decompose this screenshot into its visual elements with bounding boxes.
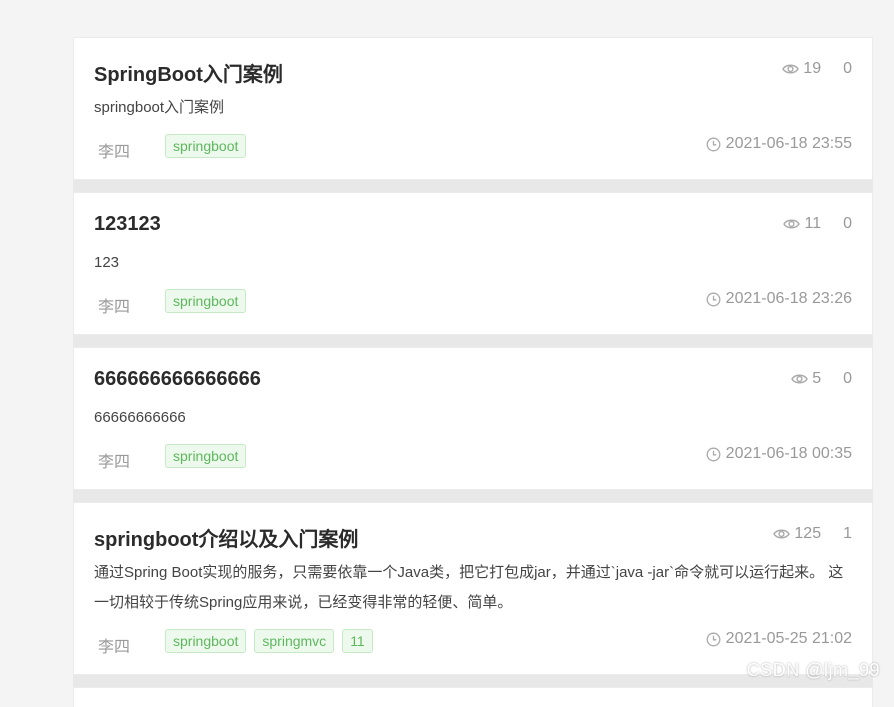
- post-stats: 5 0: [791, 370, 852, 388]
- post-date-text: 2021-06-18 23:26: [725, 290, 852, 307]
- post-author[interactable]: 李四: [98, 138, 130, 162]
- view-count: 5: [812, 370, 822, 387]
- post-stats: 19 0: [782, 60, 852, 78]
- view-count: 11: [804, 215, 822, 232]
- comment-count: 0: [843, 215, 852, 232]
- post-stats: 11 0: [783, 215, 852, 233]
- post-tags: springboot: [165, 134, 247, 158]
- post-card[interactable]: 123123 11 0 123 李四 springboot 2021-06-18…: [73, 192, 873, 335]
- tag[interactable]: springboot: [165, 444, 247, 468]
- post-date-text: 2021-06-18 00:35: [725, 445, 852, 462]
- eye-icon: [783, 218, 801, 230]
- tag[interactable]: springmvc: [254, 629, 335, 653]
- comment-count: 1: [843, 525, 852, 542]
- post-summary: 通过Spring Boot实现的服务，只需要依靠一个Java类，把它打包成jar…: [94, 564, 844, 611]
- tag[interactable]: 11: [342, 629, 373, 653]
- post-card[interactable]: SpringBoot入门案例 19 0 springboot入门案例 李四 sp…: [73, 37, 873, 180]
- eye-icon: [782, 63, 800, 75]
- post-title[interactable]: 123123: [94, 213, 161, 236]
- post-tags: springboot: [165, 289, 247, 313]
- post-card[interactable]: [73, 687, 873, 707]
- post-author[interactable]: 李四: [98, 293, 130, 317]
- clock-icon: [706, 137, 721, 152]
- post-list: SpringBoot入门案例 19 0 springboot入门案例 李四 sp…: [73, 37, 873, 707]
- view-count: 125: [794, 525, 822, 542]
- post-title[interactable]: SpringBoot入门案例: [94, 58, 283, 87]
- post-date: 2021-06-18 23:26: [706, 290, 852, 308]
- post-date: 2021-05-25 21:02: [706, 630, 852, 648]
- post-tags: springboot springmvc 11: [165, 629, 373, 653]
- post-date: 2021-06-18 23:55: [706, 135, 852, 153]
- post-summary: 66666666666: [94, 409, 186, 426]
- post-summary: 123: [94, 254, 120, 271]
- tag[interactable]: springboot: [165, 289, 247, 313]
- post-date: 2021-06-18 00:35: [706, 445, 852, 463]
- post-card[interactable]: 666666666666666 5 0 66666666666 李四 sprin…: [73, 347, 873, 490]
- view-count: 19: [803, 60, 822, 77]
- post-date-text: 2021-06-18 23:55: [725, 135, 852, 152]
- clock-icon: [706, 292, 721, 307]
- post-author[interactable]: 李四: [98, 448, 130, 472]
- post-author[interactable]: 李四: [98, 633, 130, 657]
- clock-icon: [706, 632, 721, 647]
- post-title[interactable]: 666666666666666: [94, 368, 261, 391]
- watermark: CSDN @ljm_99: [746, 660, 880, 680]
- post-summary: springboot入门案例: [94, 99, 225, 116]
- comment-count: 0: [843, 60, 852, 77]
- clock-icon: [706, 447, 721, 462]
- comment-count: 0: [843, 370, 852, 387]
- post-tags: springboot: [165, 444, 247, 468]
- post-title[interactable]: springboot介绍以及入门案例: [94, 523, 358, 552]
- tag[interactable]: springboot: [165, 629, 247, 653]
- eye-icon: [773, 528, 791, 540]
- tag[interactable]: springboot: [165, 134, 247, 158]
- post-date-text: 2021-05-25 21:02: [725, 630, 852, 647]
- post-card[interactable]: springboot介绍以及入门案例 125 1 通过Spring Boot实现…: [73, 502, 873, 675]
- eye-icon: [791, 373, 809, 385]
- post-stats: 125 1: [773, 525, 852, 543]
